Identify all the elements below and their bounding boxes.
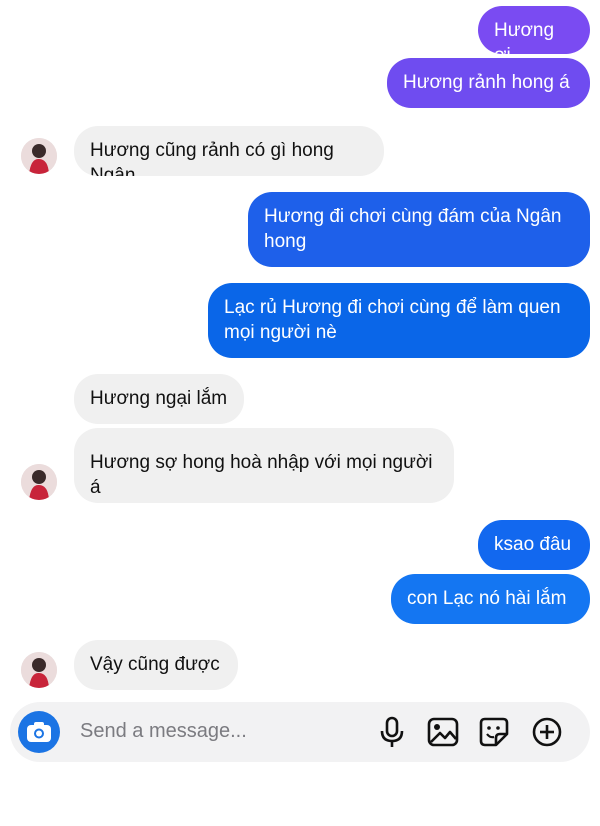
add-button[interactable]: [529, 714, 565, 750]
contact-avatar[interactable]: [21, 138, 57, 174]
sticker-button[interactable]: [476, 714, 512, 750]
message-bubble-incoming: Hương ngại lắm: [74, 374, 244, 424]
message-bubble-outgoing: Hương ơi: [478, 6, 590, 54]
message-composer: Send a message...: [10, 702, 590, 762]
avatar-photo-icon: [21, 138, 57, 174]
microphone-button[interactable]: [374, 714, 410, 750]
message-bubble-incoming: Hương cũng rảnh có gì hong Ngân: [74, 126, 384, 176]
message-input[interactable]: Send a message...: [80, 720, 247, 743]
message-bubble-outgoing: ksao đâu: [478, 520, 590, 570]
sticker-icon: [479, 717, 509, 747]
message-bubble-incoming: Vậy cũng được: [74, 640, 238, 690]
microphone-icon: [380, 716, 404, 747]
avatar-photo-icon: [21, 652, 57, 688]
camera-icon: [27, 722, 51, 742]
plus-icon: [532, 717, 562, 747]
message-bubble-outgoing: Hương rảnh hong á: [387, 58, 590, 108]
message-bubble-incoming: Hương sợ hong hoà nhập với mọi người á: [74, 428, 454, 503]
avatar-photo-icon: [21, 464, 57, 500]
message-bubble-outgoing: Hương đi chơi cùng đám của Ngân hong: [248, 192, 590, 267]
contact-avatar[interactable]: [21, 652, 57, 688]
image-icon: [427, 717, 459, 747]
message-bubble-outgoing: con Lạc nó hài lắm: [391, 574, 590, 624]
contact-avatar[interactable]: [21, 464, 57, 500]
camera-button[interactable]: [18, 711, 60, 753]
gallery-button[interactable]: [425, 714, 461, 750]
message-bubble-outgoing: Lạc rủ Hương đi chơi cùng để làm quen mọ…: [208, 283, 590, 358]
